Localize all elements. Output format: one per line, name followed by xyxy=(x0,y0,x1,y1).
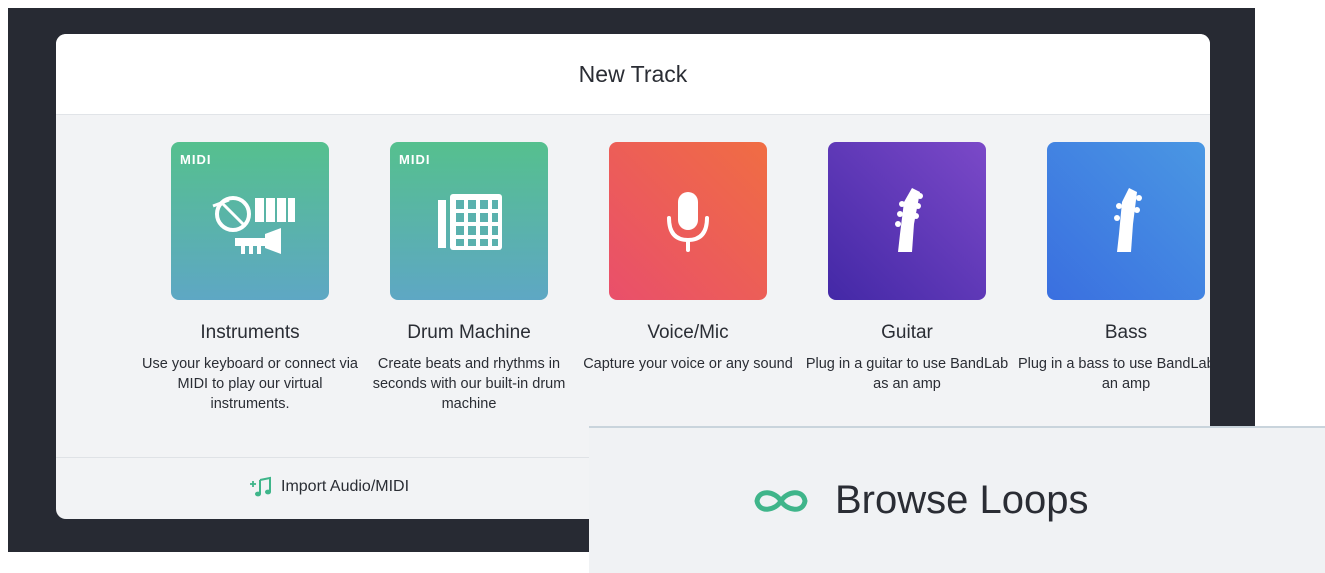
microphone-icon xyxy=(667,192,709,252)
card-title: Voice/Mic xyxy=(647,322,729,343)
infinity-icon xyxy=(754,489,808,512)
card-instruments[interactable]: MIDI Instruments Use your keyboard or co… xyxy=(140,142,360,414)
card-description: Use your keyboard or connect via MIDI to… xyxy=(142,356,358,412)
guitar-headstock-icon xyxy=(895,188,923,252)
card-guitar[interactable]: Guitar Plug in a guitar to use BandLab a… xyxy=(797,142,1017,394)
card-description: Plug in a bass to use BandLab as an amp xyxy=(1017,356,1210,392)
instruments-tile[interactable]: MIDI xyxy=(171,142,329,300)
drum-pad-icon xyxy=(438,194,502,250)
dialog-title: New Track xyxy=(578,60,688,87)
guitar-tile[interactable] xyxy=(828,142,986,300)
card-drum-machine[interactable]: MIDI Drum Machine Create beats and rhyth… xyxy=(359,142,579,414)
import-label: Import Audio/MIDI xyxy=(281,478,410,495)
import-audio-midi-button[interactable]: Import Audio/MIDI xyxy=(249,476,409,498)
bass-tile[interactable] xyxy=(1047,142,1205,300)
card-title: Bass xyxy=(1104,322,1148,343)
card-description: Create beats and rhythms in seconds with… xyxy=(372,356,566,412)
card-title: Guitar xyxy=(881,322,933,343)
card-voice-mic[interactable]: Voice/Mic Capture your voice or any soun… xyxy=(578,142,798,374)
card-bass[interactable]: Bass Plug in a bass to use BandLab as an… xyxy=(1016,142,1210,394)
browse-loops-button[interactable]: Browse Loops xyxy=(749,478,1088,523)
card-title: Instruments xyxy=(200,322,300,343)
bass-headstock-icon xyxy=(1114,188,1142,252)
card-description: Capture your voice or any sound xyxy=(583,356,793,372)
track-type-cards: MIDI Instruments Use your keyboard or co… xyxy=(56,142,1210,442)
voice-mic-tile[interactable] xyxy=(609,142,767,300)
browse-loops-panel: Browse Loops xyxy=(589,426,1325,573)
card-title: Drum Machine xyxy=(407,322,531,343)
instruments-icon xyxy=(212,196,295,254)
browse-loops-label: Browse Loops xyxy=(835,478,1089,522)
dialog-header: New Track xyxy=(56,34,1210,115)
card-description: Plug in a guitar to use BandLab as an am… xyxy=(805,356,1009,392)
drum-machine-tile[interactable]: MIDI xyxy=(390,142,548,300)
add-music-note-icon xyxy=(250,476,271,497)
